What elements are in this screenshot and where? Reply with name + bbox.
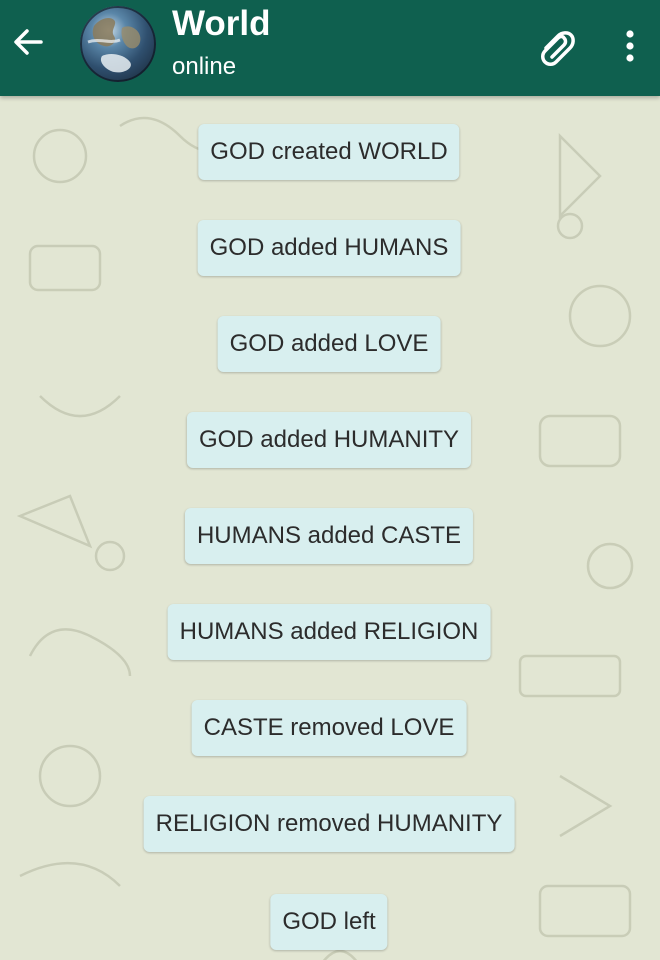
attach-button[interactable]	[532, 22, 580, 70]
contact-status: online	[172, 53, 237, 80]
paperclip-icon	[541, 31, 575, 66]
chat-message[interactable]: GOD left	[270, 894, 388, 950]
arrow-left-icon	[14, 29, 43, 55]
avatar[interactable]	[80, 6, 156, 82]
contact-name: World	[172, 4, 271, 43]
chat-area[interactable]: GOD created WORLD GOD added HUMANS GOD a…	[0, 96, 660, 960]
contact-info[interactable]: World online	[172, 2, 271, 82]
chat-message[interactable]: GOD added HUMANITY	[186, 412, 472, 468]
chat-message[interactable]: RELIGION removed HUMANITY	[143, 796, 515, 852]
earth-globe-icon	[80, 6, 156, 82]
back-button[interactable]	[8, 20, 48, 64]
chat-message[interactable]: GOD created WORLD	[198, 124, 460, 180]
chat-message[interactable]: CASTE removed LOVE	[191, 700, 467, 756]
more-options-button[interactable]	[612, 22, 648, 70]
chat-message[interactable]: GOD added LOVE	[217, 316, 441, 372]
chat-message[interactable]: HUMANS added RELIGION	[167, 604, 491, 660]
chat-header: World online	[0, 0, 660, 96]
chat-message[interactable]: GOD added HUMANS	[197, 220, 461, 276]
more-vertical-icon	[626, 30, 634, 62]
chat-message[interactable]: HUMANS added CASTE	[184, 508, 474, 564]
